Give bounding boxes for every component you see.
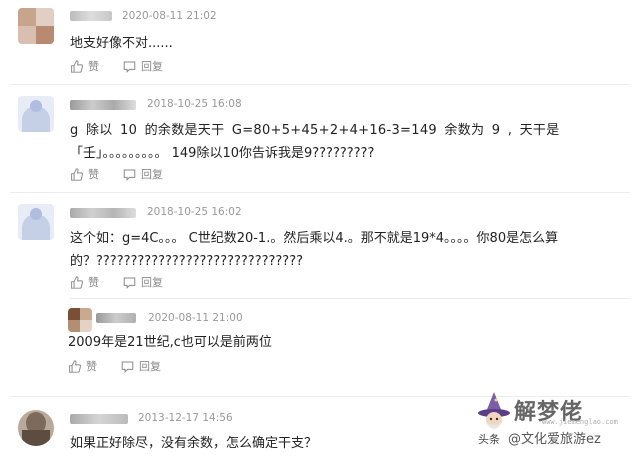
comment-date: 2018-10-25 16:02 <box>147 206 242 218</box>
comment-text: 这个如：g=4C。。。 C世纪数20-1.。然后乘以4.。那不就是19*4。。。… <box>70 227 620 273</box>
comment-line: 的？?????????????????????????????? <box>70 254 303 269</box>
divider <box>10 84 630 85</box>
comment-date: 2018-10-25 16:08 <box>147 98 242 110</box>
reply-button[interactable]: 回复 <box>123 58 163 74</box>
comment-date: 2013-12-17 14:56 <box>138 412 233 424</box>
chat-bubble-icon <box>123 277 136 289</box>
watermark-handle-text: @文化爱旅游ez <box>508 432 601 447</box>
avatar[interactable] <box>18 204 54 240</box>
comment-text: 如果正好除尽，没有余数，怎么确定干支？ <box>70 432 470 455</box>
thumbs-up-icon <box>71 167 83 181</box>
like-button[interactable]: 赞 <box>70 166 99 182</box>
like-button[interactable]: 赞 <box>70 274 99 290</box>
comment-actions: 赞 回复 <box>70 274 163 290</box>
chat-bubble-icon <box>123 169 136 181</box>
comment-actions: 赞 回复 <box>68 358 161 374</box>
comment-line: g 除以 10 的余数是天干 G=80+5+45+2+4+16-3=149 余数… <box>70 123 560 138</box>
comment-actions: 赞 回复 <box>70 58 163 74</box>
thumbs-up-icon <box>71 275 83 289</box>
comment-text: g 除以 10 的余数是天干 G=80+5+45+2+4+16-3=149 余数… <box>70 119 620 165</box>
comment-date: 2020-08-11 21:00 <box>148 312 243 324</box>
reply-label: 回复 <box>141 276 163 289</box>
like-button[interactable]: 赞 <box>68 358 97 374</box>
reply-label: 回复 <box>141 168 163 181</box>
thumbs-up-icon <box>71 59 83 73</box>
reply-button[interactable]: 回复 <box>123 166 163 182</box>
avatar[interactable] <box>18 96 54 132</box>
like-button[interactable]: 赞 <box>70 58 99 74</box>
avatar[interactable] <box>68 308 92 332</box>
reply-button[interactable]: 回复 <box>123 274 163 290</box>
like-label: 赞 <box>88 276 99 289</box>
like-label: 赞 <box>88 60 99 73</box>
comment-line: 2009年是21世纪,c也可以是前两位 <box>68 335 272 350</box>
like-label: 赞 <box>88 168 99 181</box>
comment-line: 如果正好除尽，没有余数，怎么确定干支？ <box>70 436 318 451</box>
username-blurred[interactable] <box>70 100 136 110</box>
divider <box>10 192 630 193</box>
comment-line: 地支好像不对...... <box>70 36 173 51</box>
reply-label: 回复 <box>141 60 163 73</box>
chat-bubble-icon <box>121 361 134 373</box>
divider <box>70 298 630 299</box>
like-label: 赞 <box>86 360 97 373</box>
username-blurred[interactable] <box>96 313 136 323</box>
comment-text: 2009年是21世纪,c也可以是前两位 <box>68 331 608 354</box>
username-blurred[interactable] <box>70 414 128 424</box>
thumbs-up-icon <box>69 359 81 373</box>
comment-date: 2020-08-11 21:02 <box>122 10 217 22</box>
watermark-url: www.jiemenglao.com <box>542 418 618 426</box>
chat-bubble-icon <box>123 61 136 73</box>
username-blurred[interactable] <box>70 11 112 21</box>
comment-line: 「壬」。。。。。。。。。 149除以10你告诉我是9????????? <box>70 146 375 161</box>
avatar[interactable] <box>18 8 54 44</box>
comment-text: 地支好像不对...... <box>70 32 620 55</box>
comment-line: 这个如：g=4C。。。 C世纪数20-1.。然后乘以4.。那不就是19*4。。。… <box>70 231 559 246</box>
watermark-handle: 头条 @文化爱旅游ez <box>478 428 601 448</box>
svg-text:头条: 头条 <box>478 432 500 445</box>
reply-label: 回复 <box>139 360 161 373</box>
toutiao-logo-icon: 头条 <box>478 432 500 445</box>
reply-button[interactable]: 回复 <box>121 358 161 374</box>
avatar[interactable] <box>18 410 54 446</box>
watermark: 解梦佬 www.jiemenglao.com 头条 @文化爱旅游ez <box>472 390 632 454</box>
username-blurred[interactable] <box>70 208 136 218</box>
comment-actions: 赞 回复 <box>70 166 163 182</box>
